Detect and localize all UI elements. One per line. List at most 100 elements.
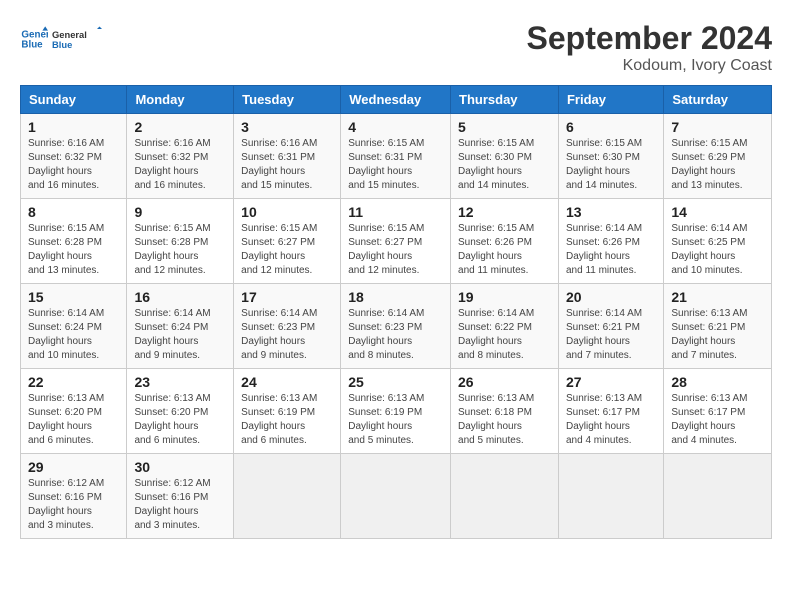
month-title: September 2024 [527, 20, 772, 57]
day-detail: Sunrise: 6:12 AMSunset: 6:16 PMDaylight … [134, 477, 226, 533]
day-number: 26 [458, 374, 551, 390]
calendar-header-row: SundayMondayTuesdayWednesdayThursdayFrid… [21, 86, 772, 114]
calendar-cell: 13Sunrise: 6:14 AMSunset: 6:26 PMDayligh… [558, 199, 663, 284]
calendar-cell: 12 Sunrise: 6:15 AMSunset: 6:26 PMDayligh… [451, 199, 559, 284]
day-detail: Sunrise: 6:15 AMSunset: 6:28 PMDaylight … [134, 222, 226, 278]
header-friday: Friday [558, 86, 663, 114]
day-number: 21 [671, 289, 764, 305]
calendar-cell: 3 Sunrise: 6:16 AMSunset: 6:31 PMDaylight… [234, 114, 341, 199]
calendar-cell: 27Sunrise: 6:13 AMSunset: 6:17 PMDayligh… [558, 369, 663, 454]
day-number: 12 [458, 204, 551, 220]
header-sunday: Sunday [21, 86, 127, 114]
calendar-cell: 18 Sunrise: 6:14 AMSunset: 6:23 PMDayligh… [341, 284, 451, 369]
day-number: 25 [348, 374, 443, 390]
day-detail: Sunrise: 6:15 AMSunset: 6:31 PMDaylight … [348, 137, 443, 193]
day-number: 28 [671, 374, 764, 390]
calendar-cell: 14 Sunrise: 6:14 AMSunset: 6:25 PMDayligh… [664, 199, 772, 284]
day-number: 5 [458, 119, 551, 135]
calendar-cell: 5Sunrise: 6:15 AMSunset: 6:30 PMDaylight… [451, 114, 559, 199]
calendar-cell [341, 454, 451, 539]
location-title: Kodoum, Ivory Coast [527, 57, 772, 75]
svg-text:Blue: Blue [52, 40, 72, 50]
calendar-week-5: 29Sunrise: 6:12 AMSunset: 6:16 PMDayligh… [21, 454, 772, 539]
logo-icon: General Blue [20, 25, 48, 53]
day-number: 22 [28, 374, 119, 390]
calendar-cell: 2 Sunrise: 6:16 AMSunset: 6:32 PMDaylight… [127, 114, 234, 199]
day-detail: Sunrise: 6:13 AMSunset: 6:18 PMDaylight … [458, 392, 551, 448]
svg-text:Blue: Blue [21, 39, 43, 50]
day-number: 6 [566, 119, 656, 135]
day-detail: Sunrise: 6:14 AMSunset: 6:23 PMDaylight … [348, 307, 443, 363]
day-detail: Sunrise: 6:16 AMSunset: 6:32 PMDaylight … [134, 137, 226, 193]
day-detail: Sunrise: 6:15 AMSunset: 6:26 PMDaylight … [458, 222, 551, 278]
calendar-week-3: 15 Sunrise: 6:14 AMSunset: 6:24 PMDayligh… [21, 284, 772, 369]
day-number: 16 [134, 289, 226, 305]
day-detail: Sunrise: 6:13 AMSunset: 6:21 PMDaylight … [671, 307, 764, 363]
calendar-cell: 9 Sunrise: 6:15 AMSunset: 6:28 PMDaylight… [127, 199, 234, 284]
day-number: 17 [241, 289, 333, 305]
day-detail: Sunrise: 6:15 AMSunset: 6:29 PMDaylight … [671, 137, 764, 193]
day-number: 10 [241, 204, 333, 220]
day-detail: Sunrise: 6:13 AMSunset: 6:17 PMDaylight … [671, 392, 764, 448]
day-number: 30 [134, 459, 226, 475]
calendar-cell: 22 Sunrise: 6:13 AMSunset: 6:20 PMDayligh… [21, 369, 127, 454]
calendar-week-2: 8 Sunrise: 6:15 AMSunset: 6:28 PMDaylight… [21, 199, 772, 284]
day-detail: Sunrise: 6:14 AMSunset: 6:25 PMDaylight … [671, 222, 764, 278]
day-detail: Sunrise: 6:16 AMSunset: 6:31 PMDaylight … [241, 137, 333, 193]
calendar-cell: 20 Sunrise: 6:14 AMSunset: 6:21 PMDayligh… [558, 284, 663, 369]
day-number: 19 [458, 289, 551, 305]
calendar-cell [451, 454, 559, 539]
day-number: 8 [28, 204, 119, 220]
calendar-cell: 25 Sunrise: 6:13 AMSunset: 6:19 PMDayligh… [341, 369, 451, 454]
calendar-cell: 28 Sunrise: 6:13 AMSunset: 6:17 PMDayligh… [664, 369, 772, 454]
day-detail: Sunrise: 6:13 AMSunset: 6:20 PMDaylight … [134, 392, 226, 448]
day-number: 15 [28, 289, 119, 305]
day-detail: Sunrise: 6:12 AMSunset: 6:16 PMDaylight … [28, 477, 119, 533]
calendar-cell: 29Sunrise: 6:12 AMSunset: 6:16 PMDayligh… [21, 454, 127, 539]
day-detail: Sunrise: 6:14 AMSunset: 6:21 PMDaylight … [566, 307, 656, 363]
day-detail: Sunrise: 6:13 AMSunset: 6:19 PMDaylight … [348, 392, 443, 448]
calendar-cell: 24Sunrise: 6:13 AMSunset: 6:19 PMDayligh… [234, 369, 341, 454]
calendar-cell: 23 Sunrise: 6:13 AMSunset: 6:20 PMDayligh… [127, 369, 234, 454]
day-number: 14 [671, 204, 764, 220]
day-number: 20 [566, 289, 656, 305]
calendar-cell: 11 Sunrise: 6:15 AMSunset: 6:27 PMDayligh… [341, 199, 451, 284]
header-wednesday: Wednesday [341, 86, 451, 114]
day-number: 9 [134, 204, 226, 220]
calendar-week-4: 22 Sunrise: 6:13 AMSunset: 6:20 PMDayligh… [21, 369, 772, 454]
day-number: 3 [241, 119, 333, 135]
calendar-cell [234, 454, 341, 539]
calendar-cell [558, 454, 663, 539]
day-detail: Sunrise: 6:14 AMSunset: 6:24 PMDaylight … [134, 307, 226, 363]
header-tuesday: Tuesday [234, 86, 341, 114]
calendar-cell: 26 Sunrise: 6:13 AMSunset: 6:18 PMDayligh… [451, 369, 559, 454]
day-number: 23 [134, 374, 226, 390]
day-detail: Sunrise: 6:15 AMSunset: 6:30 PMDaylight … [566, 137, 656, 193]
calendar-cell: 16 Sunrise: 6:14 AMSunset: 6:24 PMDayligh… [127, 284, 234, 369]
calendar-cell: 8 Sunrise: 6:15 AMSunset: 6:28 PMDaylight… [21, 199, 127, 284]
day-detail: Sunrise: 6:13 AMSunset: 6:20 PMDaylight … [28, 392, 119, 448]
logo: General Blue General Blue [20, 20, 102, 58]
day-detail: Sunrise: 6:15 AMSunset: 6:27 PMDaylight … [241, 222, 333, 278]
calendar-cell: 1Sunrise: 6:16 AMSunset: 6:32 PMDaylight… [21, 114, 127, 199]
day-number: 11 [348, 204, 443, 220]
day-number: 2 [134, 119, 226, 135]
day-number: 18 [348, 289, 443, 305]
calendar-cell: 21 Sunrise: 6:13 AMSunset: 6:21 PMDayligh… [664, 284, 772, 369]
logo-svg: General Blue [52, 20, 102, 58]
header-saturday: Saturday [664, 86, 772, 114]
day-detail: Sunrise: 6:16 AMSunset: 6:32 PMDaylight … [28, 137, 119, 193]
day-detail: Sunrise: 6:15 AMSunset: 6:27 PMDaylight … [348, 222, 443, 278]
day-number: 4 [348, 119, 443, 135]
calendar-cell [664, 454, 772, 539]
calendar-cell: 30 Sunrise: 6:12 AMSunset: 6:16 PMDayligh… [127, 454, 234, 539]
calendar-body: 1Sunrise: 6:16 AMSunset: 6:32 PMDaylight… [21, 114, 772, 539]
day-detail: Sunrise: 6:14 AMSunset: 6:22 PMDaylight … [458, 307, 551, 363]
calendar-cell: 4 Sunrise: 6:15 AMSunset: 6:31 PMDaylight… [341, 114, 451, 199]
day-detail: Sunrise: 6:15 AMSunset: 6:28 PMDaylight … [28, 222, 119, 278]
day-number: 13 [566, 204, 656, 220]
svg-text:General: General [52, 30, 87, 40]
header-monday: Monday [127, 86, 234, 114]
page-header: General Blue General Blue September 2024… [20, 20, 772, 75]
calendar-cell: 15Sunrise: 6:14 AMSunset: 6:24 PMDayligh… [21, 284, 127, 369]
